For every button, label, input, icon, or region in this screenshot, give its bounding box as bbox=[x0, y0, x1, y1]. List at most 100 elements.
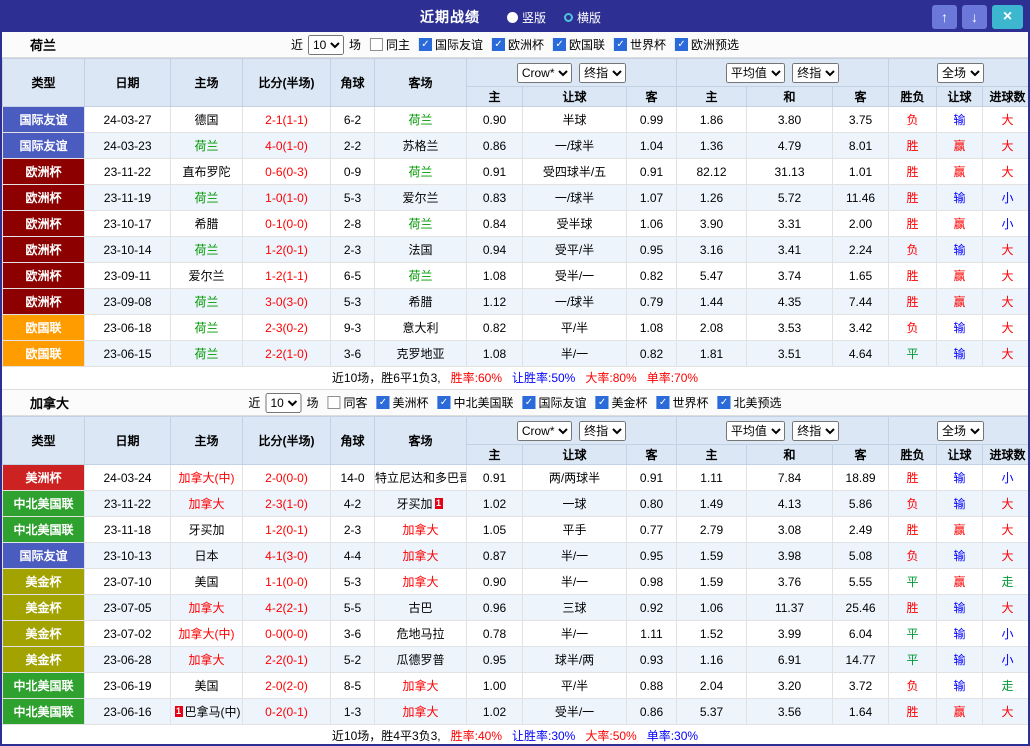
checkbox-checked-icon[interactable]: ✓ bbox=[656, 396, 670, 409]
match-count-select[interactable]: 10 bbox=[265, 392, 302, 413]
filter-checkbox[interactable]: ✓ 欧洲杯 bbox=[492, 36, 544, 53]
away-team-cell: 克罗地亚 bbox=[374, 340, 467, 367]
checkbox-checked-icon[interactable]: ✓ bbox=[614, 38, 628, 51]
focal-team-name: 荷兰 bbox=[194, 347, 219, 361]
scroll-down-button[interactable]: ↓ bbox=[962, 5, 987, 29]
match-date-cell: 23-10-13 bbox=[84, 542, 171, 569]
odds-away-cell: 1.07 bbox=[625, 184, 678, 211]
checkbox-checked-icon[interactable]: ✓ bbox=[717, 396, 731, 409]
titlebar-center: 近期战绩 竖版 横版 bbox=[420, 7, 610, 27]
filter-checkbox[interactable]: 同客 bbox=[327, 394, 367, 411]
match-date-cell: 23-07-10 bbox=[84, 568, 171, 595]
avg-away-cell: 5.86 bbox=[832, 490, 890, 517]
handicap-line-cell: 受半/一 bbox=[522, 698, 627, 725]
avg-home-cell: 2.08 bbox=[676, 314, 748, 341]
match-row: 国际友谊 24-03-27 德国 2-1(1-1) 6-2 荷兰 0.90 半球 0.99 1.8… bbox=[2, 106, 1028, 133]
filter-checkbox-label: 美金杯 bbox=[611, 396, 648, 410]
team-name: 日本 bbox=[194, 549, 219, 563]
checkbox-checked-icon[interactable]: ✓ bbox=[595, 396, 609, 409]
match-result-cell: 胜 bbox=[888, 594, 938, 621]
filter-checkbox[interactable]: ✓ 国际友谊 bbox=[418, 36, 483, 53]
subcol-result: 胜负 bbox=[888, 444, 938, 465]
match-row: 欧洲杯 23-10-17 希腊 0-1(0-0) 2-8 荷兰 0.84 受半球 1.06 3.9… bbox=[2, 210, 1028, 237]
checkbox-checked-icon[interactable]: ✓ bbox=[376, 396, 390, 409]
odds-home-cell: 0.87 bbox=[466, 542, 523, 569]
col-header-date: 日期 bbox=[84, 58, 171, 107]
handicap-result-cell: 输 bbox=[936, 184, 984, 211]
average-final-select[interactable]: 终指 bbox=[792, 420, 840, 441]
match-result-cell: 胜 bbox=[888, 132, 938, 159]
checkbox-unchecked-icon[interactable] bbox=[327, 396, 341, 409]
avg-home-cell: 3.16 bbox=[676, 236, 748, 263]
odds-home-cell: 1.02 bbox=[466, 490, 523, 517]
scroll-up-button[interactable]: ↑ bbox=[932, 5, 957, 29]
filter-checkbox[interactable]: ✓ 北美预选 bbox=[717, 394, 782, 411]
score-cell: 3-0(3-0) bbox=[242, 288, 331, 315]
odds-away-cell: 0.92 bbox=[625, 594, 678, 621]
away-team-cell: 法国 bbox=[374, 236, 467, 263]
results-table: 类型 日期 主场 比分(半场) 角球 客场 Crow* 终指 平均值 终指 全场… bbox=[2, 416, 1028, 725]
filter-checkbox[interactable]: ✓ 美洲杯 bbox=[376, 394, 428, 411]
avg-away-cell: 3.72 bbox=[832, 672, 890, 699]
checkbox-checked-icon[interactable]: ✓ bbox=[492, 38, 505, 51]
filter-checkbox[interactable]: ✓ 世界杯 bbox=[656, 394, 709, 411]
layout-radio-vertical[interactable]: 竖版 bbox=[506, 9, 546, 26]
checkbox-checked-icon[interactable]: ✓ bbox=[437, 396, 451, 409]
goals-result-cell: 走 bbox=[982, 568, 1028, 595]
filter-checkbox-label: 欧国联 bbox=[569, 38, 606, 52]
home-team-cell: 荷兰 bbox=[170, 184, 243, 211]
focal-team-name: 荷兰 bbox=[194, 243, 219, 257]
filter-checkbox[interactable]: ✓ 世界杯 bbox=[614, 36, 666, 53]
match-row: 美金杯 23-07-05 加拿大 4-2(2-1) 5-5 古巴 0.96 三球 0.92 1.0… bbox=[2, 594, 1028, 621]
average-final-select[interactable]: 终指 bbox=[792, 62, 840, 83]
filter-checkbox[interactable]: ✓ 美金杯 bbox=[595, 394, 648, 411]
handicap-result-cell: 赢 bbox=[936, 288, 984, 315]
filter-checkbox-label: 国际友谊 bbox=[434, 38, 483, 52]
average-select[interactable]: 平均值 bbox=[725, 62, 785, 83]
score-cell: 2-3(1-0) bbox=[242, 490, 331, 517]
filter-checkbox[interactable]: ✓ 欧洲预选 bbox=[675, 36, 739, 53]
goals-result-cell: 大 bbox=[982, 594, 1028, 621]
odds-group-header: Crow* 终指 bbox=[465, 416, 678, 445]
team-name-heading: 加拿大 bbox=[30, 396, 70, 411]
filter-checkbox[interactable]: 同主 bbox=[369, 36, 410, 53]
filter-checkbox[interactable]: ✓ 中北美国联 bbox=[437, 394, 514, 411]
odds-company-select[interactable]: Crow* bbox=[516, 62, 572, 83]
scope-group-header: 全场 bbox=[888, 58, 1028, 87]
layout-radio-horizontal[interactable]: 横版 bbox=[564, 9, 601, 26]
match-type-badge: 中北美国联 bbox=[2, 516, 85, 543]
odds-final-select[interactable]: 终指 bbox=[579, 420, 627, 441]
scope-select[interactable]: 全场 bbox=[937, 420, 985, 441]
odds-home-cell: 0.90 bbox=[466, 106, 523, 133]
average-select[interactable]: 平均值 bbox=[725, 420, 785, 441]
avg-draw-cell: 3.20 bbox=[746, 672, 834, 699]
focal-team-name: 加拿大 bbox=[402, 523, 439, 537]
checkbox-unchecked-icon[interactable] bbox=[369, 38, 383, 51]
odds-away-cell: 0.86 bbox=[625, 698, 678, 725]
checkbox-checked-icon[interactable]: ✓ bbox=[418, 38, 432, 51]
avg-home-cell: 2.79 bbox=[676, 516, 748, 543]
avg-home-cell: 1.49 bbox=[676, 490, 748, 517]
handicap-line-cell: 受半球 bbox=[522, 210, 627, 237]
home-team-cell: 加拿大(中) bbox=[170, 620, 243, 647]
scope-select[interactable]: 全场 bbox=[937, 62, 985, 83]
checkbox-checked-icon[interactable]: ✓ bbox=[553, 38, 567, 51]
checkbox-checked-icon[interactable]: ✓ bbox=[522, 396, 536, 409]
home-team-cell: 爱尔兰 bbox=[170, 262, 243, 289]
match-result-cell: 负 bbox=[888, 490, 938, 517]
match-row: 美金杯 23-06-28 加拿大 2-2(0-1) 5-2 瓜德罗普 0.95 球半/两 0.9… bbox=[2, 646, 1028, 673]
goals-result-cell: 走 bbox=[982, 672, 1028, 699]
odds-company-select[interactable]: Crow* bbox=[516, 420, 572, 441]
odds-group-header: Crow* 终指 bbox=[465, 58, 678, 87]
col-header-away: 客场 bbox=[374, 58, 467, 107]
checkbox-checked-icon[interactable]: ✓ bbox=[675, 38, 689, 51]
filter-checkbox[interactable]: ✓ 国际友谊 bbox=[522, 394, 587, 411]
filter-checkbox[interactable]: ✓ 欧国联 bbox=[553, 36, 605, 53]
home-team-cell: 美国 bbox=[170, 568, 243, 595]
home-team-cell: 1 巴拿马(中) bbox=[170, 698, 243, 725]
match-result-cell: 负 bbox=[888, 542, 938, 569]
odds-final-select[interactable]: 终指 bbox=[579, 62, 627, 83]
close-button[interactable]: × bbox=[992, 5, 1023, 29]
match-count-select[interactable]: 10 bbox=[307, 34, 344, 55]
match-date-cell: 24-03-24 bbox=[84, 464, 171, 491]
